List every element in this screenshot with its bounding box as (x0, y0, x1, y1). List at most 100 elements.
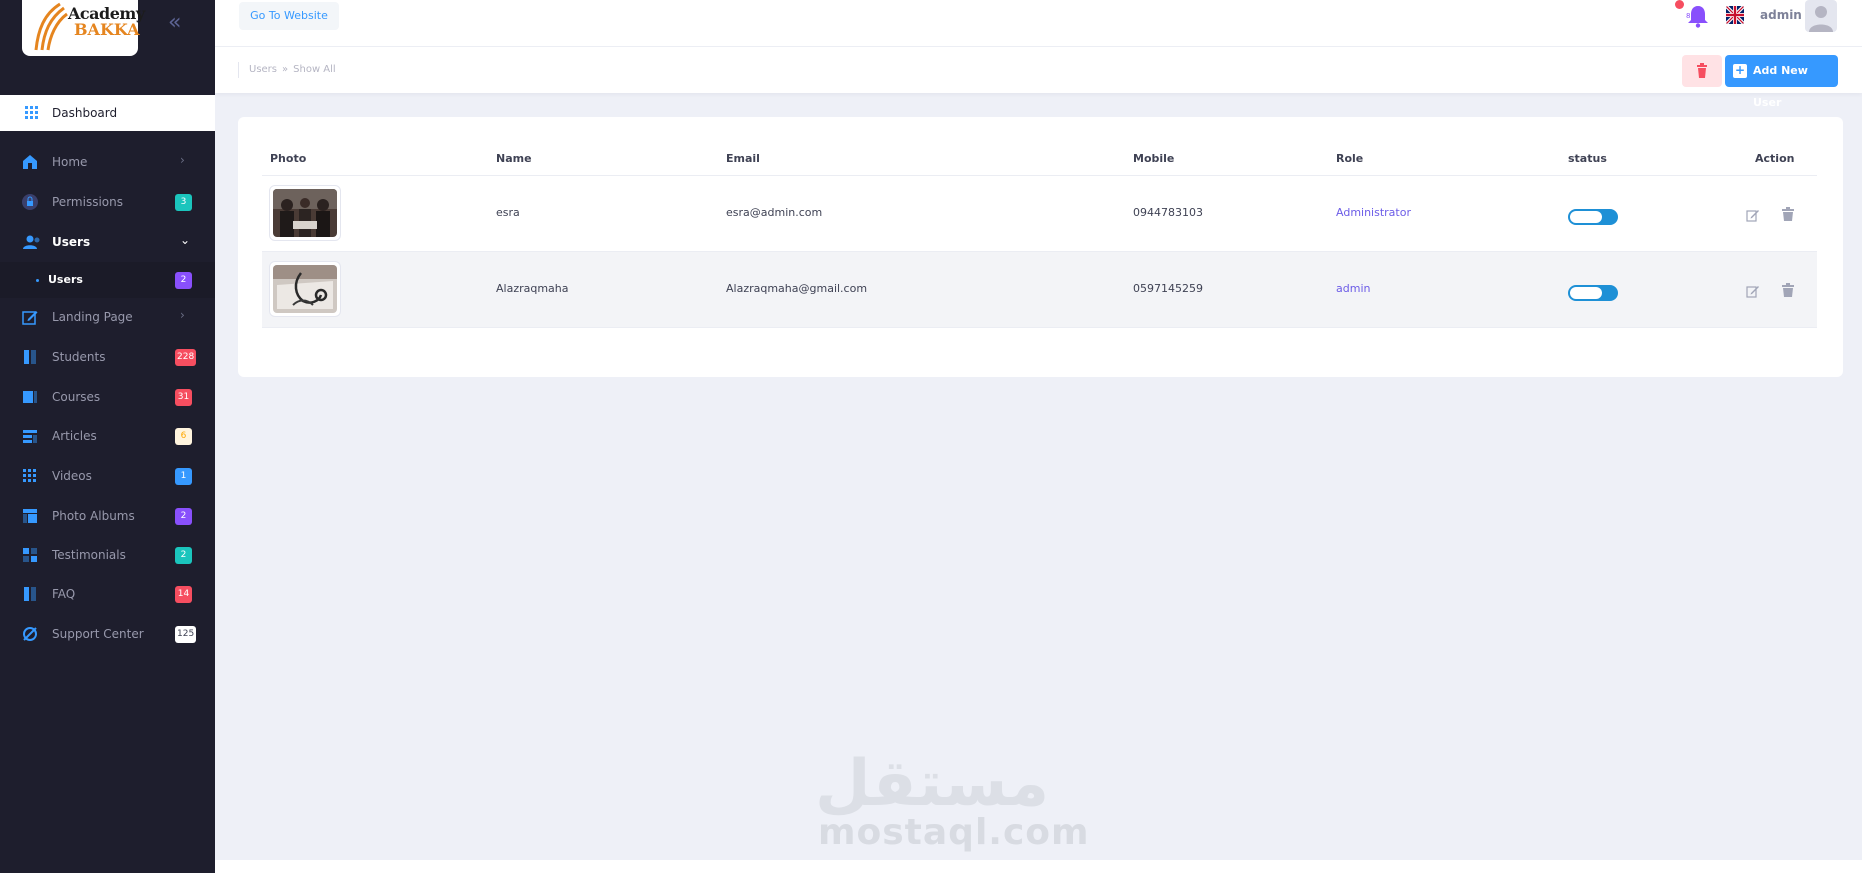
column-header-role[interactable]: Role (1336, 152, 1363, 165)
columns-icon (24, 350, 36, 364)
count-badge: 228 (175, 349, 197, 366)
add-new-user-label: Add New User (1753, 64, 1808, 109)
uk-flag-icon[interactable] (1726, 6, 1744, 24)
add-new-user-button[interactable]: + Add New User (1725, 55, 1838, 109)
sidebar-item-label: Photo Albums (52, 509, 135, 523)
sidebar-item-label: Home (52, 155, 88, 169)
user-photo[interactable] (269, 185, 341, 241)
user-photo[interactable] (269, 261, 341, 317)
users-card: Photo Name Email Mobile Role status Acti… (238, 117, 1843, 377)
breadcrumb-users[interactable]: Users (249, 64, 277, 75)
user-name-cell: Alazraqmaha (496, 282, 569, 295)
user-mobile-cell: 0597145259 (1133, 282, 1203, 295)
user-email-cell: Alazraqmaha@gmail.com (726, 282, 868, 295)
sidebar-item-courses[interactable]: Courses 31 (0, 379, 215, 415)
sidebar-item-label: Testimonials (52, 548, 126, 562)
notification-dot (1675, 0, 1684, 9)
sidebar-item-label: Videos (52, 469, 92, 483)
sidebar: Academy BAKKA « Dashboard Home › Permiss… (0, 0, 215, 873)
trash-icon[interactable] (1782, 283, 1794, 297)
sidebar-item-photo-albums[interactable]: Photo Albums 2 (0, 498, 215, 534)
user-name[interactable]: admin (1760, 8, 1802, 22)
column-header-email[interactable]: Email (726, 152, 760, 165)
count-badge: 2 (175, 272, 192, 289)
home-icon (23, 155, 37, 169)
brand-line2: BAKKA (74, 20, 140, 39)
support-icon (23, 627, 37, 641)
bell-icon[interactable]: 8 (1684, 3, 1712, 29)
breadcrumb: Users » Show All (238, 62, 336, 78)
status-toggle[interactable] (1568, 285, 1618, 301)
bullet-icon (36, 279, 39, 282)
sidebar-item-label: Students (52, 350, 106, 364)
go-to-website-button[interactable]: Go To Website (239, 2, 339, 30)
user-mobile-cell: 0944783103 (1133, 206, 1203, 219)
user-role-link[interactable]: admin (1336, 282, 1370, 295)
layout-icon (23, 391, 37, 403)
user-name-cell: esra (496, 206, 520, 219)
chevron-right-icon: › (180, 153, 185, 167)
column-header-photo[interactable]: Photo (270, 152, 306, 165)
collapse-sidebar-icon[interactable]: « (168, 12, 181, 34)
sidebar-item-home[interactable]: Home › (0, 144, 215, 180)
sidebar-item-videos[interactable]: Videos 1 (0, 458, 215, 494)
count-badge: 14 (175, 586, 192, 603)
sidebar-item-label: Landing Page (52, 310, 133, 324)
count-badge: 125 (175, 626, 197, 643)
delete-selected-button[interactable] (1682, 55, 1722, 87)
notification-count: 8 (1686, 12, 1690, 20)
user-photo-image (273, 265, 337, 313)
table-row: esra esra@admin.com 0944783103 Administr… (262, 176, 1817, 252)
sidebar-item-label: Users (48, 273, 83, 286)
count-badge: 2 (175, 508, 192, 525)
edit-icon[interactable] (1746, 208, 1760, 222)
user-role-link[interactable]: Administrator (1336, 206, 1411, 219)
table-row: Alazraqmaha Alazraqmaha@gmail.com 059714… (262, 252, 1817, 328)
sidebar-item-label: FAQ (52, 587, 76, 601)
trash-icon (1697, 63, 1707, 78)
user-avatar-icon (1809, 6, 1833, 32)
lock-icon (22, 194, 38, 210)
plus-square-icon: + (1733, 63, 1747, 78)
sidebar-item-label: Users (52, 235, 91, 249)
columns-icon (24, 587, 36, 601)
brand-logo[interactable]: Academy BAKKA (22, 0, 145, 56)
sidebar-item-articles[interactable]: Articles 6 (0, 418, 215, 454)
avatar[interactable] (1805, 0, 1837, 32)
status-toggle[interactable] (1568, 209, 1618, 225)
album-icon (23, 509, 37, 523)
sidebar-item-landing-page[interactable]: Landing Page › (0, 299, 215, 335)
count-badge: 1 (175, 468, 192, 485)
column-header-status[interactable]: status (1568, 152, 1607, 165)
watermark-latin: mostaql.com (818, 812, 1090, 853)
watermark-arabic: مستقل (815, 747, 1050, 821)
column-header-mobile[interactable]: Mobile (1133, 152, 1174, 165)
column-header-action: Action (1755, 152, 1795, 165)
sidebar-item-faq[interactable]: FAQ 14 (0, 576, 215, 612)
sidebar-item-students[interactable]: Students 228 (0, 339, 215, 375)
sidebar-item-label: Dashboard (52, 106, 118, 120)
trash-icon[interactable] (1782, 207, 1794, 221)
sidebar-subitem-users[interactable]: Users 2 (0, 262, 215, 298)
column-header-name[interactable]: Name (496, 152, 532, 165)
user-email-cell: esra@admin.com (726, 206, 823, 219)
edit-icon[interactable] (1746, 284, 1760, 298)
footer (215, 860, 1862, 873)
user-photo-image (273, 189, 337, 237)
sidebar-item-label: Support Center (52, 627, 144, 641)
sidebar-item-support-center[interactable]: Support Center 125 (0, 616, 215, 652)
list-icon (23, 430, 37, 443)
sidebar-item-label: Articles (52, 429, 97, 443)
sidebar-item-testimonials[interactable]: Testimonials 2 (0, 537, 215, 573)
count-badge: 31 (175, 389, 192, 406)
table-header: Photo Name Email Mobile Role status Acti… (262, 140, 1817, 176)
subheader: Users » Show All + Add New User (215, 47, 1862, 109)
edit-icon (22, 311, 38, 325)
chevron-down-icon: ⌄ (180, 233, 191, 247)
sidebar-item-users[interactable]: Users ⌄ (0, 224, 215, 260)
sidebar-item-dashboard[interactable]: Dashboard (0, 95, 215, 131)
logo-swoosh-icon (34, 2, 68, 51)
blocks-icon (23, 548, 37, 562)
users-table: Photo Name Email Mobile Role status Acti… (262, 140, 1817, 328)
sidebar-item-permissions[interactable]: Permissions 3 (0, 184, 215, 220)
